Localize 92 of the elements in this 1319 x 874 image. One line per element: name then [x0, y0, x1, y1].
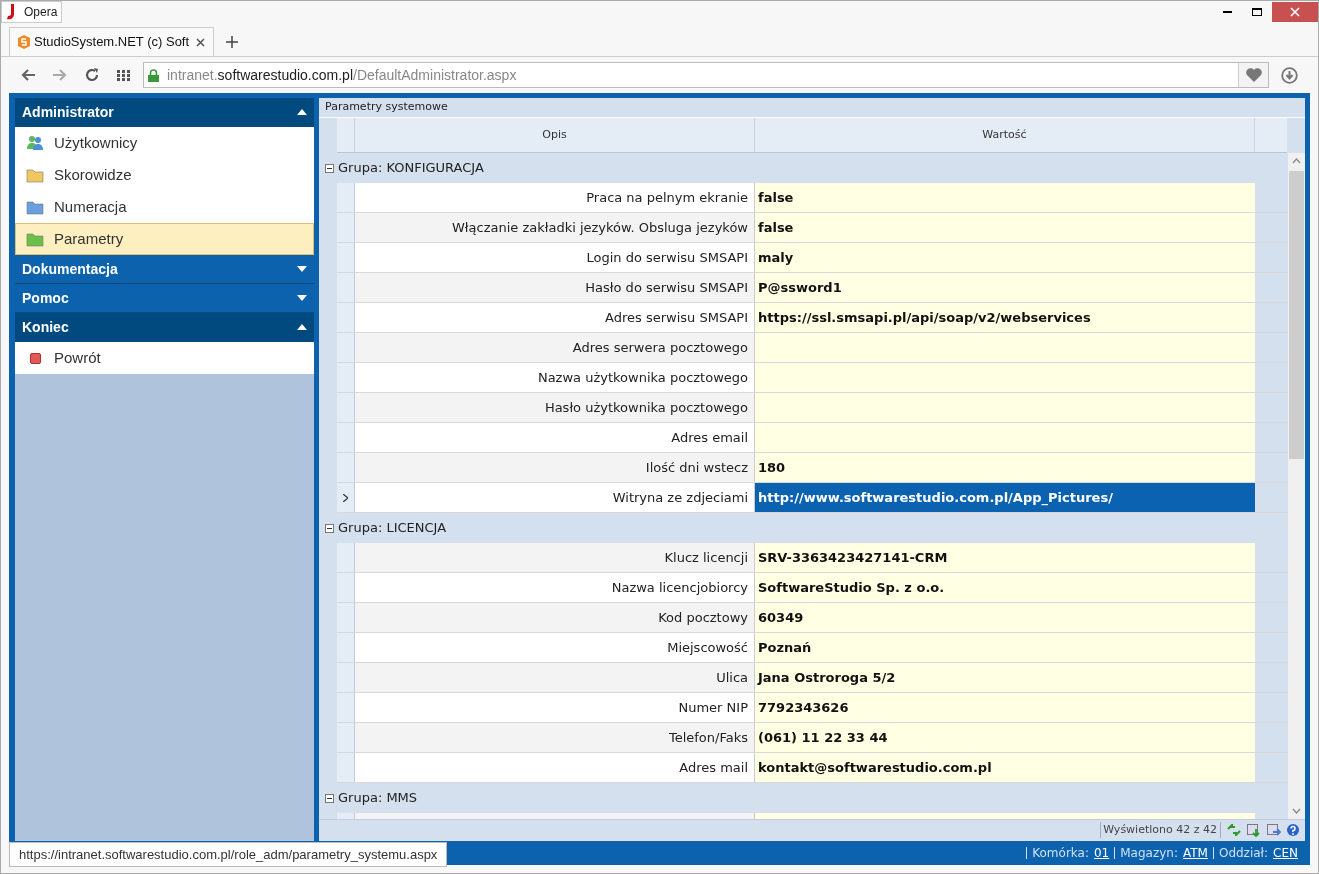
value-cell[interactable]: 7792343626: [755, 693, 1255, 722]
collapse-icon[interactable]: [325, 163, 334, 173]
table-cell: Klucz licencji: [355, 543, 755, 572]
table-cell: Telefon/Faks: [355, 723, 755, 752]
sidebar-section-header[interactable]: Pomoc: [15, 284, 314, 313]
table-cell: Nazwa licencjobiorcy: [355, 573, 755, 602]
tab-title: StudioSystem.NET (c) Soft: [34, 33, 190, 52]
table-cell: Adres serwera pocztowego: [355, 333, 755, 362]
record-count: Wyświetlono 42 z 42: [1100, 821, 1221, 839]
value-cell[interactable]: 180: [755, 453, 1255, 482]
column-header[interactable]: Opis: [355, 118, 755, 152]
table-cell: Praca na pelnym ekranie: [355, 183, 755, 212]
window-title: Opera: [24, 4, 58, 21]
group-header: Grupa: LICENCJA: [338, 519, 447, 538]
browser-tab[interactable]: StudioSystem.NET (c) Soft: [9, 27, 214, 56]
lock-icon: [148, 68, 159, 82]
sidebar-item[interactable]: Numeracja: [15, 191, 314, 223]
app-logo-icon: [18, 35, 30, 49]
column-header[interactable]: Wartość: [755, 118, 1255, 152]
value-cell[interactable]: [755, 423, 1255, 452]
table-cell: Witryna ze zdjeciami: [355, 483, 755, 512]
value-cell[interactable]: maly: [755, 243, 1255, 272]
group-header: Grupa: MMS: [338, 789, 418, 808]
link-preview-tooltip: https://intranet.softwarestudio.com.pl/role_adm/parametry_systemu.aspx: [9, 842, 448, 867]
scroll-down-icon[interactable]: [1292, 808, 1301, 814]
status-link[interactable]: 01: [1093, 844, 1110, 862]
sidebar-section-header[interactable]: Dokumentacja: [15, 255, 314, 284]
forward-icon[interactable]: [53, 69, 67, 81]
sidebar-item[interactable]: Skorowidze: [15, 159, 314, 191]
value-cell[interactable]: [755, 393, 1255, 422]
value-cell[interactable]: false: [755, 213, 1255, 242]
value-cell[interactable]: P@ssword1: [755, 273, 1255, 302]
status-label: Komórka:: [1032, 845, 1089, 862]
sidebar-section-header[interactable]: Administrator: [15, 98, 314, 127]
sidebar-item[interactable]: Użytkownicy: [15, 127, 314, 159]
table-cell: Adres email: [355, 423, 755, 452]
heart-icon[interactable]: [1245, 68, 1262, 82]
table-cell: Adres mail: [355, 753, 755, 782]
current-row-icon: [343, 493, 348, 502]
status-label: Magazyn:: [1120, 845, 1178, 862]
table-cell: Ulica: [355, 663, 755, 692]
scroll-up-icon[interactable]: [1292, 158, 1301, 164]
close-icon[interactable]: [196, 37, 205, 47]
value-cell[interactable]: [755, 363, 1255, 392]
address-field[interactable]: intranet.softwarestudio.com.pl/DefaultAdministrator.aspx: [143, 62, 1269, 88]
table-cell: Włączanie zakładki jezyków. Obsluga jezyków: [355, 213, 755, 242]
collapse-icon[interactable]: [325, 523, 334, 533]
table-cell: Ilość dni wstecz: [355, 453, 755, 482]
refresh-icon[interactable]: [1227, 824, 1241, 836]
table-cell: Kod pocztowy: [355, 603, 755, 632]
value-cell[interactable]: [755, 333, 1255, 362]
back-icon[interactable]: [21, 69, 35, 81]
group-header: Grupa: KONFIGURACJA: [338, 159, 484, 178]
value-cell[interactable]: SoftwareStudio Sp. z o.o.: [755, 573, 1255, 602]
sidebar-item[interactable]: Powrót: [15, 342, 314, 374]
url-text: intranet.softwarestudio.com.pl/DefaultAdministrator.aspx: [167, 65, 517, 85]
value-cell[interactable]: kontakt@softwarestudio.com.pl: [755, 753, 1255, 782]
collapse-icon[interactable]: [297, 109, 307, 115]
collapse-icon[interactable]: [325, 793, 334, 803]
table-cell: Hasło użytkownika pocztowego: [355, 393, 755, 422]
table-cell: Adres serwisu SMSAPI: [355, 303, 755, 332]
table-cell: Miejscowość: [355, 633, 755, 662]
close-icon: [1290, 7, 1300, 17]
status-link[interactable]: ATM: [1182, 844, 1208, 862]
value-cell[interactable]: SRV-3363423427141-CRM: [755, 543, 1255, 572]
table-cell: Hasło do serwisu SMSAPI: [355, 273, 755, 302]
export-icon[interactable]: [1247, 823, 1261, 837]
row-indicator[interactable]: [337, 483, 355, 512]
value-cell[interactable]: https://ssl.smsapi.pl/api/soap/v2/webservices: [755, 303, 1255, 332]
value-cell[interactable]: Poznań: [755, 633, 1255, 662]
value-cell[interactable]: false: [755, 183, 1255, 212]
table-cell: Nazwa użytkownika pocztowego: [355, 363, 755, 392]
table-cell: Login do serwisu SMSAPI: [355, 243, 755, 272]
download-icon[interactable]: [1281, 66, 1298, 84]
expand-icon[interactable]: [297, 295, 307, 301]
sidebar-item[interactable]: Parametry: [15, 223, 314, 255]
reload-icon[interactable]: [85, 68, 99, 82]
value-cell[interactable]: (061) 11 22 33 44: [755, 723, 1255, 752]
status-label: Oddział:: [1218, 845, 1269, 862]
help-icon[interactable]: [1287, 824, 1299, 836]
sidebar-section-header[interactable]: Koniec: [15, 313, 314, 342]
value-cell[interactable]: Jana Ostroroga 5/2: [755, 663, 1255, 692]
grid-icon[interactable]: [117, 69, 131, 81]
export-icon[interactable]: [1267, 823, 1281, 837]
scrollbar[interactable]: [1288, 153, 1305, 819]
status-link[interactable]: CEN: [1273, 844, 1298, 862]
expand-icon[interactable]: [297, 266, 307, 272]
new-tab-icon[interactable]: [226, 36, 238, 48]
value-cell[interactable]: 60349: [755, 603, 1255, 632]
value-cell[interactable]: http://www.softwarestudio.com.pl/App_Pictures/: [755, 483, 1255, 512]
table-cell: Numer NIP: [355, 693, 755, 722]
collapse-icon[interactable]: [297, 324, 307, 330]
